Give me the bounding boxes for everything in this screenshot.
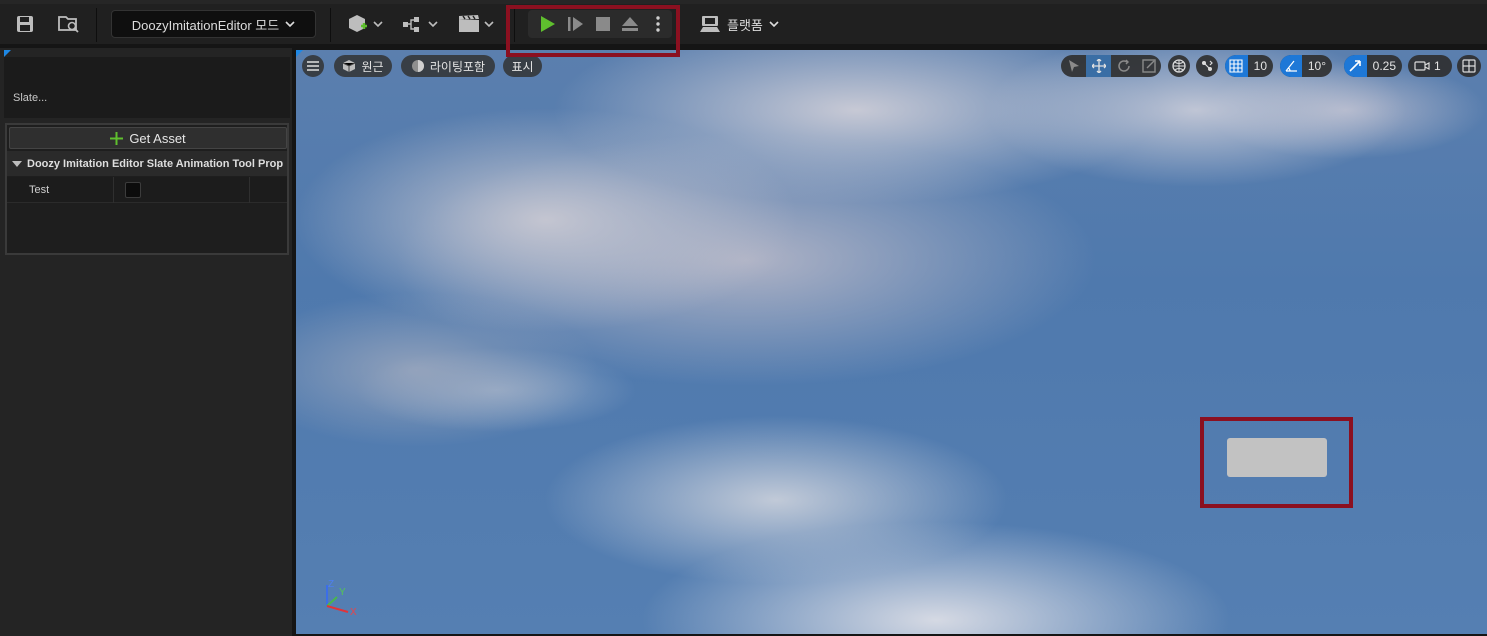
lighting-sphere-icon [411, 60, 424, 72]
perspective-button[interactable]: 원근 [334, 55, 392, 77]
chevron-down-icon [769, 20, 779, 27]
hamburger-icon [307, 61, 319, 71]
world-space-icon[interactable] [1168, 55, 1190, 77]
chevron-down-icon [285, 20, 295, 27]
axis-x-label: X [350, 607, 357, 618]
category-header[interactable]: Doozy Imitation Editor Slate Animation T… [7, 151, 287, 176]
camera-speed-control[interactable]: 1 [1408, 55, 1452, 77]
rotate-tool-icon[interactable] [1111, 55, 1136, 77]
details-panel: Slate... Get Asset Doozy Imitation Edito… [0, 48, 292, 636]
surface-snap-icon[interactable] [1196, 55, 1218, 77]
grid-snap-value: 10 [1253, 59, 1267, 73]
camera-icon [1414, 61, 1430, 71]
save-icon[interactable] [12, 10, 38, 38]
play-controls-highlight [506, 5, 680, 57]
axis-z-label: Z [328, 579, 334, 590]
platform-dropdown[interactable]: 플랫폼 [699, 10, 779, 38]
rotation-snap-value: 10° [1307, 59, 1326, 73]
lighting-button[interactable]: 라이팅포함 [401, 55, 495, 77]
property-name: Test [29, 184, 50, 196]
viewport-menu-button[interactable] [302, 55, 324, 77]
column-divider [113, 177, 114, 203]
platform-label: 플랫폼 [727, 17, 763, 33]
category-label: Doozy Imitation Editor Slate Animation T… [27, 157, 284, 170]
angle-snap-icon[interactable] [1280, 55, 1302, 77]
blueprint-icon[interactable] [400, 10, 440, 38]
panel-tab-corner [4, 50, 11, 57]
main-toolbar: DoozyImitationEditor 모드 플랫폼 [0, 4, 1487, 44]
scale-snap-control[interactable]: 0.25 [1344, 55, 1402, 77]
show-button[interactable]: 표시 [503, 55, 542, 77]
widget-button-highlight [1200, 417, 1353, 508]
test-checkbox[interactable] [125, 182, 141, 198]
property-row: Test [7, 177, 287, 203]
grid-snap-control[interactable]: 10 [1225, 55, 1273, 77]
slate-label: Slate... [13, 92, 48, 104]
grid-snap-icon[interactable] [1225, 55, 1248, 77]
translate-tool-icon[interactable] [1086, 55, 1111, 77]
scale-snap-value: 0.25 [1372, 59, 1396, 73]
plus-icon [110, 131, 124, 145]
cube-icon [343, 60, 356, 72]
content-browser-icon[interactable] [56, 10, 82, 38]
cinematics-icon[interactable] [456, 10, 496, 38]
viewport-tab-corner [296, 50, 303, 57]
mode-dropdown[interactable]: DoozyImitationEditor 모드 [111, 10, 316, 38]
get-asset-button[interactable]: Get Asset [9, 127, 287, 149]
viewport-layout-icon[interactable] [1457, 55, 1481, 77]
platform-icon [700, 16, 720, 32]
property-details: Get Asset Doozy Imitation Editor Slate A… [5, 123, 289, 255]
scale-tool-icon[interactable] [1136, 55, 1161, 77]
column-divider [249, 177, 250, 203]
toolbar-separator [330, 8, 331, 42]
perspective-label: 원근 [361, 59, 384, 74]
toolbar-separator [96, 8, 97, 42]
collapse-arrow-icon [12, 160, 22, 167]
axis-y-label: Y [339, 587, 346, 598]
lighting-label: 라이팅포함 [429, 59, 486, 74]
level-viewport[interactable]: 원근 라이팅포함 표시 10 10° 0.25 1 Z Y X [296, 50, 1487, 634]
rotation-snap-control[interactable]: 10° [1280, 55, 1332, 77]
slate-area: Slate... [4, 57, 290, 118]
mode-label: DoozyImitationEditor 모드 [131, 17, 280, 33]
show-label: 표시 [511, 59, 534, 74]
transform-tools [1061, 55, 1161, 77]
get-asset-label: Get Asset [129, 130, 186, 146]
scale-snap-icon[interactable] [1344, 55, 1367, 77]
add-actor-icon[interactable] [344, 10, 384, 38]
select-tool-icon[interactable] [1061, 55, 1086, 77]
axis-gizmo: Z Y X [326, 579, 357, 618]
camera-speed-value: 1 [1434, 59, 1441, 73]
